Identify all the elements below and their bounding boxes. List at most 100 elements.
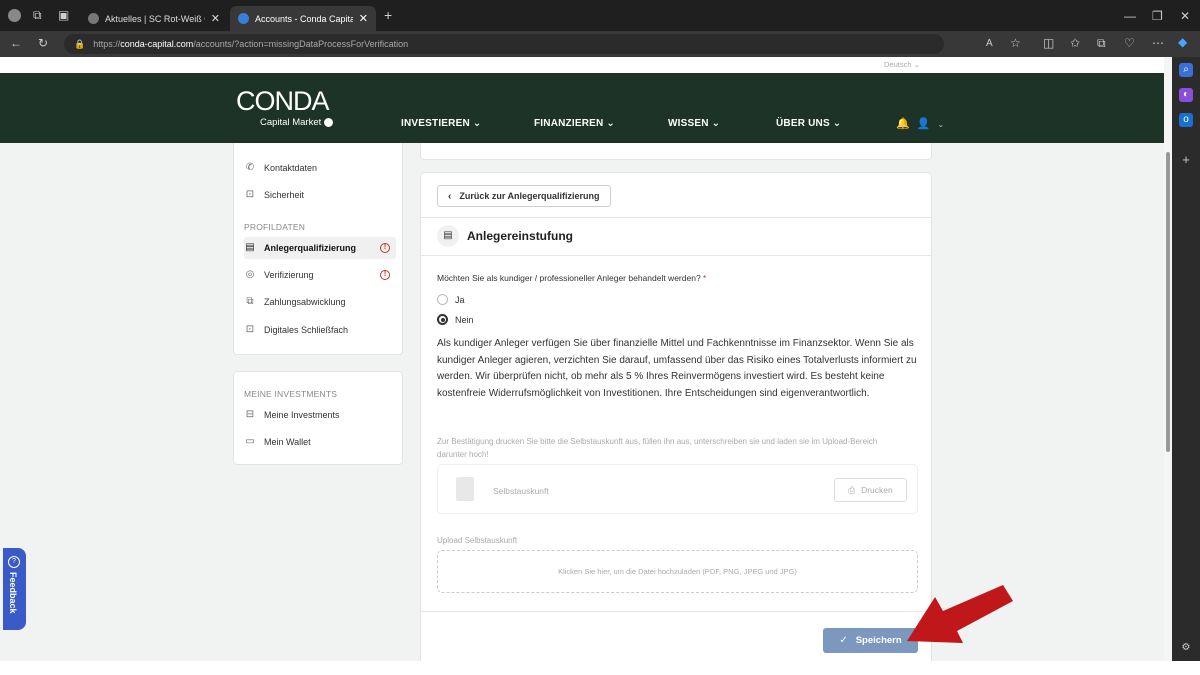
- notification-bell-icon[interactable]: 🔔: [896, 118, 910, 130]
- document-icon: ▤: [437, 225, 459, 247]
- radio-option-ja[interactable]: Ja: [437, 294, 465, 305]
- restore-icon[interactable]: ❐: [1152, 9, 1163, 23]
- checkmark-icon: ✓: [839, 635, 848, 646]
- sidebar-item-meine-investments[interactable]: ⊟ Meine Investments: [244, 404, 396, 426]
- logo-subtitle: Capital Market: [260, 117, 334, 128]
- favorite-star-icon[interactable]: ☆: [1010, 37, 1021, 49]
- close-tab-icon[interactable]: ✕: [359, 12, 368, 25]
- sidebar-item-label: Anlegerqualifizierung: [264, 243, 357, 253]
- tab-conda-accounts[interactable]: Accounts - Conda Capital Market ✕: [230, 6, 376, 31]
- feedback-icon: ?: [8, 556, 20, 568]
- language-strip: Deutsch ⌄: [0, 57, 1164, 73]
- sidebar-item-label: Digitales Schließfach: [264, 325, 349, 335]
- sidebar-item-mein-wallet[interactable]: ▭ Mein Wallet: [244, 431, 396, 453]
- workspaces-icon[interactable]: ⧉: [33, 9, 42, 21]
- close-tab-icon[interactable]: ✕: [211, 12, 220, 25]
- nav-ueber-uns[interactable]: ÜBER UNS ⌄: [776, 118, 841, 129]
- profile-icon[interactable]: [8, 9, 21, 22]
- section-heading-profildaten: PROFILDATEN: [244, 222, 306, 232]
- required-marker: *: [703, 273, 707, 283]
- printer-icon: ⎙: [848, 484, 856, 495]
- feedback-tab[interactable]: ? Feedback: [3, 548, 26, 630]
- new-tab-icon[interactable]: +: [384, 8, 392, 22]
- refresh-icon[interactable]: ↻: [38, 37, 48, 49]
- chevron-down-icon[interactable]: ⌄: [938, 120, 945, 129]
- shopping-icon[interactable]: ◐: [1179, 88, 1193, 102]
- outlook-icon[interactable]: o: [1179, 113, 1193, 127]
- nav-finanzieren[interactable]: FINANZIEREN ⌄: [534, 118, 615, 129]
- section-title: ▤ Anlegereinstufung: [437, 225, 573, 247]
- back-arrow-icon[interactable]: ←: [10, 37, 22, 49]
- question-text: Möchten Sie als kundiger / professionell…: [437, 273, 701, 283]
- tab-actions-icon[interactable]: ▣: [58, 9, 69, 21]
- sidebar-item-anlegerqualifizierung[interactable]: ▤ Anlegerqualifizierung !: [244, 237, 396, 259]
- url-host: conda-capital.com: [120, 39, 194, 49]
- language-selector[interactable]: Deutsch ⌄: [884, 60, 920, 69]
- collections-icon[interactable]: ⧉: [1097, 37, 1106, 49]
- folder-icon: ⊟: [245, 409, 255, 420]
- search-icon[interactable]: ⌕: [1179, 63, 1193, 77]
- print-button-label: Drucken: [861, 485, 893, 495]
- split-screen-icon[interactable]: ◫: [1043, 37, 1054, 49]
- dropzone-text: Klicken Sie hier, um die Datei hochzulad…: [558, 567, 797, 576]
- tab-favicon-icon: [238, 13, 249, 24]
- browser-side-rail: ⌕ ◐ o + ⚙: [1172, 57, 1200, 675]
- back-to-qualification-button[interactable]: ‹ Zurück zur Anlegerqualifizierung: [437, 185, 611, 207]
- nav-investieren[interactable]: INVESTIEREN ⌄: [401, 118, 481, 129]
- professional-investor-question: Möchten Sie als kundiger / professionell…: [437, 273, 706, 283]
- save-button[interactable]: ✓ Speichern: [823, 628, 918, 653]
- site-info-icon[interactable]: 🔒: [74, 39, 85, 50]
- lock-icon: ⊡: [245, 324, 255, 335]
- conda-logo[interactable]: CONDA Capital Market: [236, 87, 334, 128]
- investments-nav-card: MEINE INVESTMENTS ⊟ Meine Investments ▭ …: [233, 371, 403, 465]
- page-viewport: Deutsch ⌄ CONDA Capital Market INVESTIER…: [0, 57, 1172, 661]
- print-button[interactable]: ⎙ Drucken: [834, 478, 907, 502]
- sidebar-item-verifizierung[interactable]: ◎ Verifizierung !: [244, 264, 396, 286]
- settings-icon[interactable]: ⚙: [1179, 641, 1193, 655]
- feedback-label: Feedback: [8, 572, 18, 614]
- page-title: Anlegereinstufung: [467, 229, 574, 243]
- chevron-left-icon: ‹: [448, 190, 452, 202]
- sidebar-item-label: Mein Wallet: [264, 437, 311, 447]
- anlegereinstufung-card: ‹ Zurück zur Anlegerqualifizierung ▤ Anl…: [420, 172, 932, 661]
- radio-button-selected[interactable]: [437, 314, 448, 325]
- sidebar-item-kontaktdaten[interactable]: ✆ Kontaktdaten: [244, 157, 396, 179]
- minimize-icon[interactable]: —: [1124, 9, 1136, 23]
- url-field[interactable]: 🔒 https:// conda-capital.com /accounts/?…: [64, 34, 944, 54]
- more-menu-icon[interactable]: ⋯: [1152, 37, 1164, 49]
- wallet-icon: ▭: [245, 436, 255, 447]
- previous-card-edge: [420, 143, 932, 160]
- sidebar-item-label: Kontaktdaten: [264, 163, 318, 173]
- page-scrollbar[interactable]: [1164, 57, 1172, 661]
- sidebar-item-label: Meine Investments: [264, 410, 340, 420]
- address-bar-row: ← ↻ 🔒 https:// conda-capital.com /accoun…: [0, 31, 1200, 57]
- scroll-thumb[interactable]: [1166, 152, 1170, 452]
- sidebar-item-label: Verifizierung: [264, 270, 314, 280]
- header-icons: 🔔 👤 ⌄: [896, 117, 944, 130]
- nav-wissen[interactable]: WISSEN ⌄: [668, 118, 720, 129]
- upload-label: Upload Selbstauskunft: [437, 536, 518, 545]
- browser-tab-bar: ⧉ ▣ Aktuelles | SC Rot-Weiß Oberhausen ✕…: [0, 0, 1200, 31]
- user-account-icon[interactable]: 👤: [917, 118, 931, 130]
- tab-favicon-icon: [88, 13, 99, 24]
- radio-button[interactable]: [437, 294, 448, 305]
- upload-dropzone[interactable]: Klicken Sie hier, um die Datei hochzulad…: [437, 550, 918, 593]
- back-button-label: Zurück zur Anlegerqualifizierung: [459, 191, 600, 201]
- browser-essentials-icon[interactable]: ♡: [1124, 37, 1135, 49]
- red-arrow-annotation: [907, 585, 1013, 643]
- favorites-icon[interactable]: ✩: [1070, 37, 1080, 49]
- sidebar-item-label: Zahlungsabwicklung: [264, 297, 346, 307]
- close-window-icon[interactable]: ✕: [1180, 9, 1190, 23]
- sidebar-item-zahlungsabwicklung[interactable]: ⧉ Zahlungsabwicklung: [244, 291, 396, 313]
- sidebar-item-digitales-schliessfach[interactable]: ⊡ Digitales Schließfach: [244, 319, 396, 341]
- read-aloud-icon[interactable]: A: [986, 38, 993, 50]
- lock-icon: ⊡: [245, 189, 255, 200]
- copilot-icon[interactable]: ◆: [1178, 36, 1187, 48]
- tab-label: Aktuelles | SC Rot-Weiß Oberhausen: [105, 13, 205, 24]
- sidebar-item-sicherheit[interactable]: ⊡ Sicherheit: [244, 184, 396, 206]
- add-sidebar-app-icon[interactable]: +: [1179, 153, 1193, 167]
- tab-sc-rot-weiss[interactable]: Aktuelles | SC Rot-Weiß Oberhausen ✕: [80, 6, 228, 31]
- phone-icon: ✆: [245, 162, 255, 173]
- radio-label: Nein: [455, 314, 474, 325]
- radio-option-nein[interactable]: Nein: [437, 314, 474, 325]
